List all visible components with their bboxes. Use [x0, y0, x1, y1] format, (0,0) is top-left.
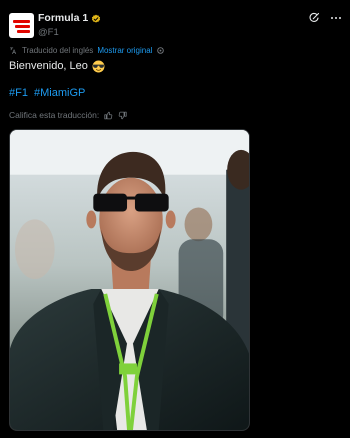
- f1-logo-bar: [15, 25, 30, 28]
- gear-icon[interactable]: [156, 46, 165, 55]
- thumbs-down-icon[interactable]: [118, 111, 127, 120]
- hashtags: #F1 #MiamiGP: [9, 87, 88, 99]
- top-actions: [308, 12, 342, 24]
- author-handle[interactable]: @F1: [38, 26, 101, 39]
- post-text: Bienvenido, Leo: [9, 59, 105, 73]
- translation-bar: Traducido del inglés Mostrar original: [9, 46, 165, 55]
- hashtag-link[interactable]: #F1: [9, 87, 28, 99]
- rate-translation: Califica esta traducción:: [9, 110, 127, 120]
- sunglasses-emoji-icon: [92, 60, 105, 72]
- verified-badge-icon: [92, 14, 101, 23]
- author-name[interactable]: Formula 1: [38, 12, 88, 25]
- thumbs-up-icon[interactable]: [104, 111, 113, 120]
- more-dots-icon[interactable]: [330, 12, 342, 24]
- rate-translation-label: Califica esta traducción:: [9, 110, 100, 120]
- post: Formula 1 @F1 Traducido del inglés Mostr…: [0, 0, 350, 438]
- translated-label: Traducido del inglés: [22, 46, 94, 55]
- f1-logo-bar: [17, 30, 30, 33]
- hashtag-link[interactable]: #MiamiGP: [34, 87, 85, 99]
- photo-illustration: [10, 130, 249, 430]
- post-text-body: Bienvenido, Leo: [9, 60, 88, 72]
- avatar[interactable]: [9, 13, 34, 38]
- f1-logo-bar: [13, 20, 30, 23]
- show-original-link[interactable]: Mostrar original: [97, 46, 152, 55]
- author-block: Formula 1 @F1: [38, 12, 101, 39]
- grok-icon[interactable]: [308, 12, 320, 24]
- translate-icon: [10, 47, 17, 54]
- post-photo[interactable]: [9, 129, 250, 431]
